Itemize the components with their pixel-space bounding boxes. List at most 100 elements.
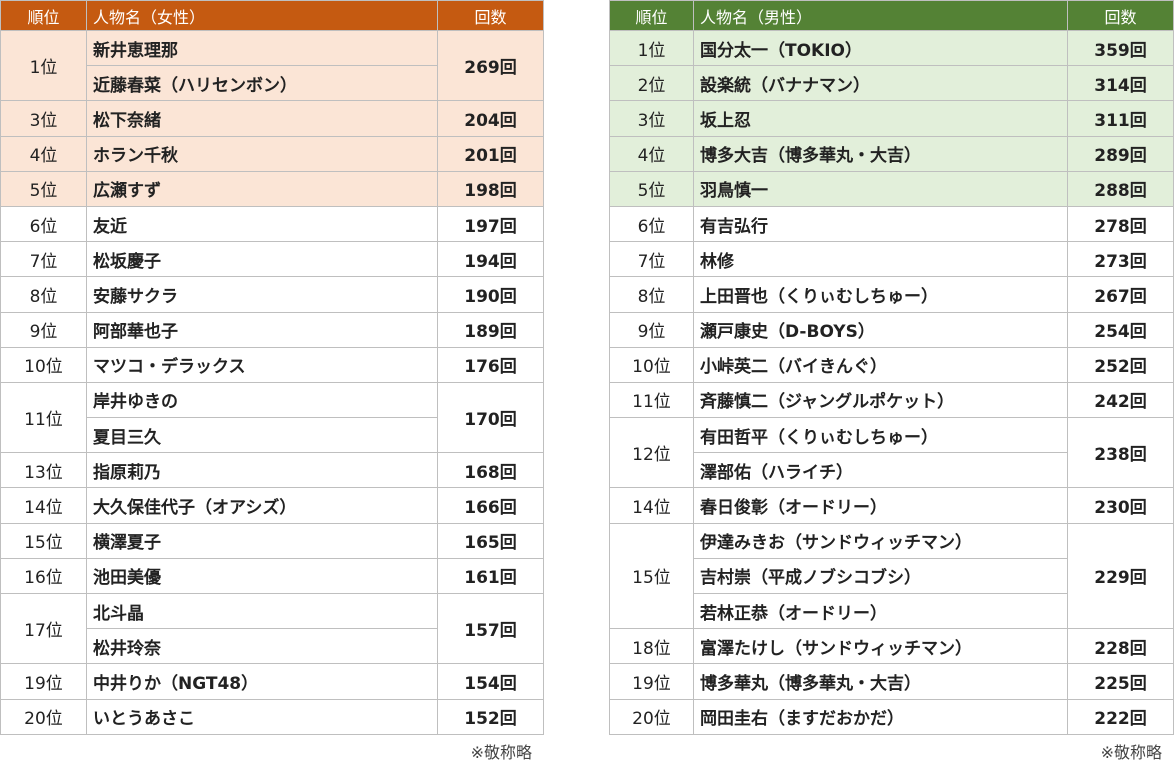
table-row: 11位 岸井ゆきの 170回 [0, 381, 544, 454]
table-row: 4位 博多大吉（博多華丸・大吉） 289回 [609, 135, 1174, 172]
header-name: 人物名（女性） [86, 0, 438, 31]
count-cell: 170回 [437, 381, 544, 454]
name-cell: 有吉弘行 [693, 205, 1068, 243]
rank-cell: 19位 [0, 663, 87, 700]
count-cell: 201回 [437, 135, 544, 172]
name-cell: 坂上忍 [693, 100, 1068, 137]
count-cell: 288回 [1067, 170, 1174, 207]
rank-cell: 1位 [609, 29, 694, 67]
name-cell: 羽鳥慎一 [693, 170, 1068, 207]
rank-cell: 8位 [0, 276, 87, 313]
count-cell: 161回 [437, 557, 544, 595]
rank-cell: 10位 [609, 346, 694, 383]
name-cell: 中井りか（NGT48） [86, 663, 438, 700]
count-cell: 267回 [1067, 276, 1174, 313]
rank-cell: 6位 [609, 205, 694, 243]
name-cell: 北斗晶 [86, 592, 438, 630]
table-row: 11位 斉藤慎二（ジャングルポケット） 242回 [609, 381, 1174, 419]
rank-cell: 3位 [0, 100, 87, 137]
name-cell: 林修 [693, 241, 1068, 278]
rank-cell: 20位 [609, 698, 694, 735]
name-cell: 岸井ゆきの [86, 381, 438, 419]
table-row: 13位 指原莉乃 168回 [0, 452, 544, 489]
rank-cell: 9位 [0, 311, 87, 348]
name-cell: 新井恵理那 [86, 29, 438, 67]
male-ranking-panel: 順位 人物名（男性） 回数 1位 国分太一（TOKIO） 359回 2位 設楽統（バナナ… [609, 0, 1174, 763]
header-count: 回数 [437, 0, 544, 31]
name-cell: 夏目三久 [86, 417, 438, 454]
name-cell: 広瀬すず [86, 170, 438, 207]
count-cell: 165回 [437, 522, 544, 559]
name-cell: 富澤たけし（サンドウィッチマン） [693, 628, 1068, 665]
count-cell: 252回 [1067, 346, 1174, 383]
table-row: 10位 マツコ・デラックス 176回 [0, 346, 544, 383]
table-row: 8位 安藤サクラ 190回 [0, 276, 544, 313]
name-cell: 近藤春菜（ハリセンボン） [86, 65, 438, 102]
rank-cell: 5位 [0, 170, 87, 207]
name-cell: 大久保佳代子（オアシズ） [86, 487, 438, 524]
name-cell: 春日俊彰（オードリー） [693, 487, 1068, 524]
name-cell: 上田晋也（くりぃむしちゅー） [693, 276, 1068, 313]
table-row: 14位 春日俊彰（オードリー） 230回 [609, 487, 1174, 524]
rank-cell: 19位 [609, 663, 694, 700]
table-row: 15位 横澤夏子 165回 [0, 522, 544, 559]
name-cell: 松井玲奈 [86, 628, 438, 665]
count-cell: 157回 [437, 592, 544, 665]
table-row: 9位 阿部華也子 189回 [0, 311, 544, 348]
count-cell: 154回 [437, 663, 544, 700]
table-row: 5位 広瀬すず 198回 [0, 170, 544, 207]
rank-cell: 15位 [0, 522, 87, 559]
table-row: 19位 博多華丸（博多華丸・大吉） 225回 [609, 663, 1174, 700]
name-cell: 博多大吉（博多華丸・大吉） [693, 135, 1068, 172]
rank-cell: 11位 [609, 381, 694, 419]
table-row: 6位 友近 197回 [0, 205, 544, 243]
table-row: 3位 松下奈緒 204回 [0, 100, 544, 137]
rank-cell: 7位 [0, 241, 87, 278]
male-ranking-table: 順位 人物名（男性） 回数 1位 国分太一（TOKIO） 359回 2位 設楽統（バナナ… [609, 0, 1174, 735]
count-cell: 311回 [1067, 100, 1174, 137]
header-name: 人物名（男性） [693, 0, 1068, 31]
count-cell: 230回 [1067, 487, 1174, 524]
table-row: 1位 新井恵理那 269回 [0, 29, 544, 102]
count-cell: 194回 [437, 241, 544, 278]
count-cell: 198回 [437, 170, 544, 207]
count-cell: 152回 [437, 698, 544, 735]
rank-cell: 9位 [609, 311, 694, 348]
rank-cell: 4位 [0, 135, 87, 172]
rank-cell: 2位 [609, 65, 694, 102]
count-cell: 204回 [437, 100, 544, 137]
count-cell: 225回 [1067, 663, 1174, 700]
rank-cell: 4位 [609, 135, 694, 172]
rank-cell: 15位 [609, 522, 694, 630]
name-cell: 池田美優 [86, 557, 438, 595]
name-cell: 博多華丸（博多華丸・大吉） [693, 663, 1068, 700]
table-header-row: 順位 人物名（女性） 回数 [0, 0, 544, 31]
rank-cell: 14位 [0, 487, 87, 524]
table-row: 18位 富澤たけし（サンドウィッチマン） 228回 [609, 628, 1174, 665]
count-cell: 273回 [1067, 241, 1174, 278]
name-cell: 安藤サクラ [86, 276, 438, 313]
table-row: 20位 いとうあさこ 152回 [0, 698, 544, 735]
female-ranking-table: 順位 人物名（女性） 回数 1位 新井恵理那 269回 近藤春菜（ハリセンボン） 3位松… [0, 0, 544, 735]
name-cell: 横澤夏子 [86, 522, 438, 559]
count-cell: 189回 [437, 311, 544, 348]
rank-cell: 7位 [609, 241, 694, 278]
rank-cell: 14位 [609, 487, 694, 524]
name-cell: 有田哲平（くりぃむしちゅー） [693, 417, 1068, 454]
header-rank: 順位 [0, 0, 87, 31]
count-cell: 229回 [1067, 522, 1174, 630]
count-cell: 238回 [1067, 417, 1174, 489]
rank-cell: 13位 [0, 452, 87, 489]
count-cell: 228回 [1067, 628, 1174, 665]
table-row: 1位 国分太一（TOKIO） 359回 [609, 29, 1174, 67]
count-cell: 190回 [437, 276, 544, 313]
header-count: 回数 [1067, 0, 1174, 31]
table-row: 9位 瀬戸康史（D-BOYS） 254回 [609, 311, 1174, 348]
table-row: 17位 北斗晶 157回 [0, 592, 544, 665]
name-cell: 吉村崇（平成ノブシコブシ） [693, 557, 1068, 595]
table-row: 14位 大久保佳代子（オアシズ） 166回 [0, 487, 544, 524]
count-cell: 269回 [437, 29, 544, 102]
name-cell: マツコ・デラックス [86, 346, 438, 383]
count-cell: 289回 [1067, 135, 1174, 172]
name-cell: 松下奈緒 [86, 100, 438, 137]
